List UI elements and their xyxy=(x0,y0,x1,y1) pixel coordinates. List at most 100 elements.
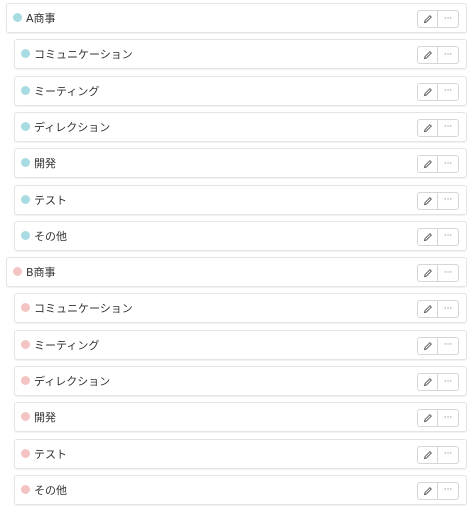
color-dot xyxy=(21,85,30,95)
more-options-button[interactable]: ··· xyxy=(438,227,459,246)
more-options-button[interactable]: ··· xyxy=(438,118,459,137)
color-dot xyxy=(21,230,30,240)
edit-button[interactable] xyxy=(417,481,438,500)
color-dot xyxy=(21,339,30,349)
more-options-button[interactable]: ··· xyxy=(438,481,459,500)
row-actions: ··· xyxy=(417,409,459,428)
row-actions: ··· xyxy=(417,118,459,137)
pencil-icon xyxy=(423,232,433,242)
edit-button[interactable] xyxy=(417,409,438,428)
ellipsis-icon: ··· xyxy=(443,195,453,205)
color-dot xyxy=(21,412,30,422)
project-list: A商事 ··· コミュニケーション ··· ミーティング ··· ディレクション ··· 開発 ·… xyxy=(0,0,474,512)
edit-button[interactable] xyxy=(417,82,438,101)
pencil-icon xyxy=(423,123,433,133)
row-actions: ··· xyxy=(417,264,459,283)
project-row[interactable]: A商事 ··· xyxy=(6,3,467,33)
ellipsis-icon: ··· xyxy=(443,412,453,423)
ellipsis-icon: ··· xyxy=(443,485,453,496)
task-name: テスト xyxy=(34,193,67,207)
task-name: テスト xyxy=(34,447,67,461)
task-row[interactable]: コミュニケーション ··· xyxy=(14,39,467,70)
edit-button[interactable] xyxy=(417,300,438,319)
edit-button[interactable] xyxy=(417,336,438,355)
task-row[interactable]: コミュニケーション ··· xyxy=(14,293,467,324)
more-options-button[interactable]: ··· xyxy=(438,445,459,464)
task-name: その他 xyxy=(34,483,67,497)
row-actions: ··· xyxy=(417,445,459,464)
edit-button[interactable] xyxy=(417,155,438,174)
task-row[interactable]: その他 ··· xyxy=(14,220,467,251)
row-actions: ··· xyxy=(417,10,459,28)
row-actions: ··· xyxy=(417,191,459,210)
ellipsis-icon: ··· xyxy=(443,303,453,314)
row-actions: ··· xyxy=(417,82,459,101)
more-options-button[interactable]: ··· xyxy=(438,300,459,319)
color-dot xyxy=(21,376,30,385)
more-options-button[interactable]: ··· xyxy=(438,46,459,65)
edit-button[interactable] xyxy=(417,46,438,65)
color-dot xyxy=(13,267,22,277)
task-name: ディレクション xyxy=(34,120,111,134)
task-name: その他 xyxy=(34,229,67,243)
color-dot xyxy=(13,13,22,22)
more-options-button[interactable]: ··· xyxy=(438,264,459,283)
row-actions: ··· xyxy=(417,373,459,391)
edit-button[interactable] xyxy=(417,118,438,137)
pencil-icon xyxy=(423,377,433,387)
edit-button[interactable] xyxy=(417,373,438,391)
pencil-icon xyxy=(423,196,433,206)
edit-button[interactable] xyxy=(417,10,438,28)
task-name: ミーティング xyxy=(34,84,100,98)
task-row[interactable]: ミーティング ··· xyxy=(14,329,467,360)
edit-button[interactable] xyxy=(417,191,438,210)
task-row[interactable]: テスト ··· xyxy=(14,438,467,469)
task-row[interactable]: ミーティング ··· xyxy=(14,75,467,106)
project-name: B商事 xyxy=(26,266,56,280)
pencil-icon xyxy=(423,486,433,496)
project-name: A商事 xyxy=(26,12,56,25)
row-actions: ··· xyxy=(417,300,459,319)
edit-button[interactable] xyxy=(417,445,438,464)
task-row[interactable]: ディレクション ··· xyxy=(14,111,467,142)
task-row[interactable]: ディレクション ··· xyxy=(14,366,467,396)
more-options-button[interactable]: ··· xyxy=(438,82,459,101)
row-actions: ··· xyxy=(417,46,459,65)
more-options-button[interactable]: ··· xyxy=(438,336,459,355)
color-dot xyxy=(21,49,30,59)
pencil-icon xyxy=(423,304,433,314)
row-actions: ··· xyxy=(417,481,459,500)
color-dot xyxy=(21,194,30,204)
task-row[interactable]: 開発 ··· xyxy=(14,402,467,433)
more-options-button[interactable]: ··· xyxy=(438,10,459,28)
ellipsis-icon: ··· xyxy=(443,340,453,351)
more-options-button[interactable]: ··· xyxy=(438,191,459,210)
more-options-button[interactable]: ··· xyxy=(438,155,459,174)
task-name: コミュニケーション xyxy=(34,302,133,316)
ellipsis-icon: ··· xyxy=(443,267,453,278)
more-options-button[interactable]: ··· xyxy=(438,373,459,391)
pencil-icon xyxy=(423,87,433,97)
edit-button[interactable] xyxy=(417,264,438,283)
color-dot xyxy=(21,303,30,313)
ellipsis-icon: ··· xyxy=(443,122,453,133)
task-name: 開発 xyxy=(34,411,56,425)
task-name: 開発 xyxy=(34,157,56,171)
task-name: ミーティング xyxy=(34,338,100,352)
color-dot xyxy=(21,121,30,131)
ellipsis-icon: ··· xyxy=(443,376,453,387)
task-row[interactable]: 開発 ··· xyxy=(14,148,467,179)
task-row[interactable]: テスト ··· xyxy=(14,184,467,215)
ellipsis-icon: ··· xyxy=(443,86,453,97)
edit-button[interactable] xyxy=(417,227,438,246)
pencil-icon xyxy=(423,341,433,351)
pencil-icon xyxy=(423,413,433,423)
task-name: コミュニケーション xyxy=(34,48,133,62)
ellipsis-icon: ··· xyxy=(443,158,453,169)
task-row[interactable]: その他 ··· xyxy=(14,474,467,505)
row-actions: ··· xyxy=(417,227,459,246)
ellipsis-icon: ··· xyxy=(443,13,453,24)
pencil-icon xyxy=(423,268,433,278)
project-row[interactable]: B商事 ··· xyxy=(6,257,467,288)
more-options-button[interactable]: ··· xyxy=(438,409,459,428)
